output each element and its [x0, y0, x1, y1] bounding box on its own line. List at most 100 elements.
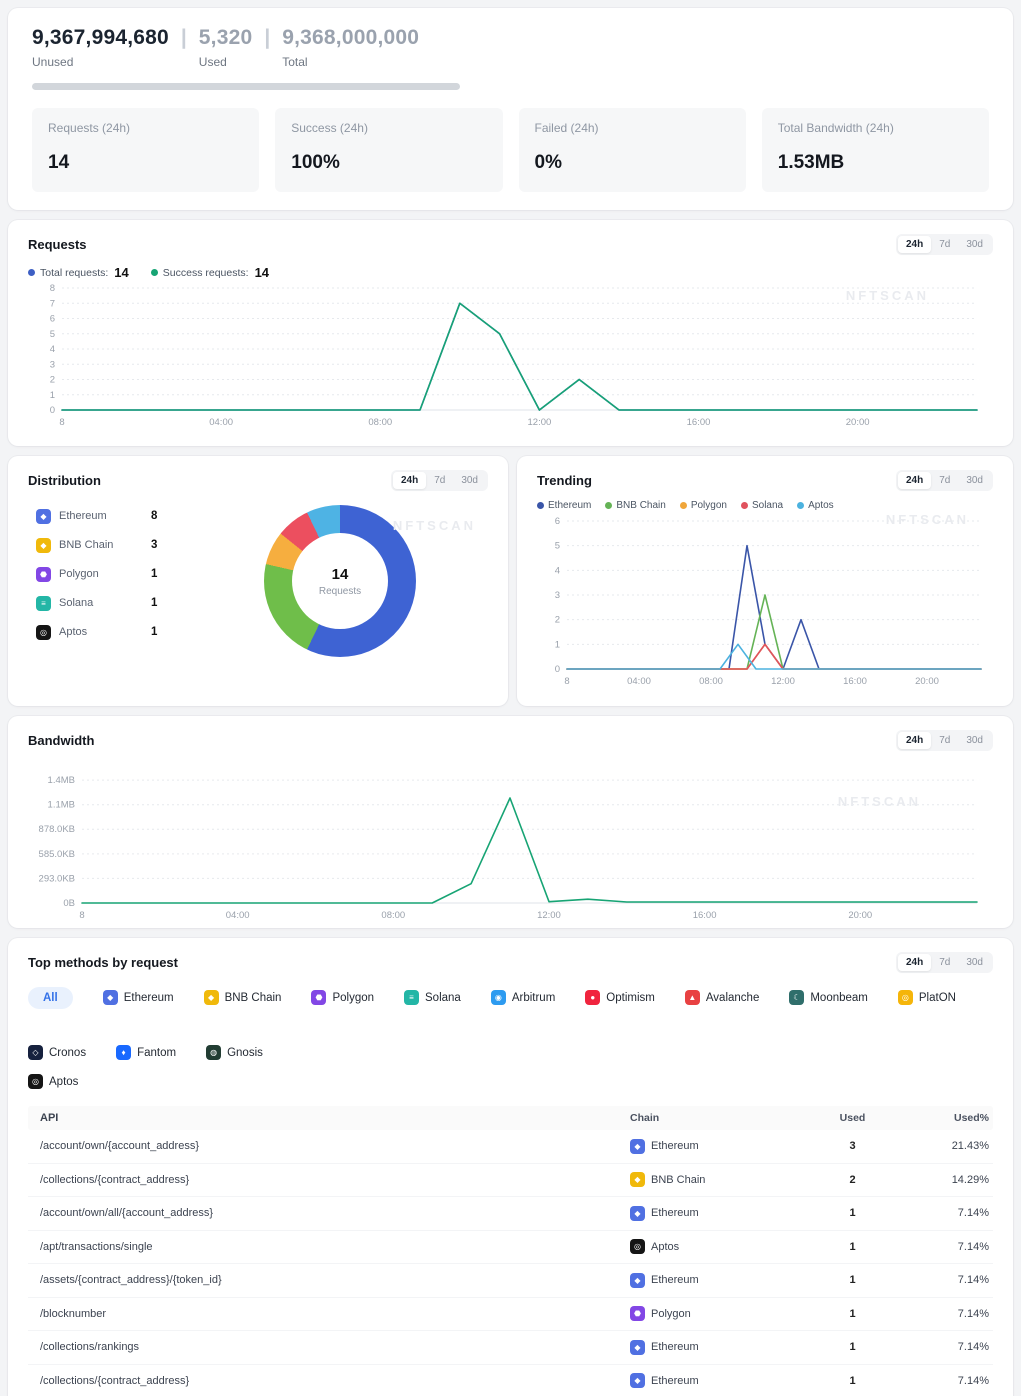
requests-legend: Total requests:14Success requests:14: [28, 265, 993, 280]
table-row: /collections/{contract_address}◆Ethereum…: [28, 1365, 993, 1396]
chain-filter-aptos[interactable]: ◎Aptos: [28, 1069, 78, 1094]
svg-text:20:00: 20:00: [846, 417, 870, 428]
requests-panel: Requests 24h7d30d Total requests:14Succe…: [8, 220, 1013, 446]
chain-filter-arbitrum[interactable]: ◉Arbitrum: [491, 985, 555, 1010]
svg-text:0: 0: [555, 664, 560, 675]
bandwidth-panel: Bandwidth 24h7d30d 0B293.0KB585.0KB878.0…: [8, 716, 1013, 928]
cell-chain: ◎Aptos: [630, 1239, 800, 1254]
summary-value: 5,320: [199, 26, 253, 50]
requests-title: Requests: [28, 237, 87, 252]
svg-text:04:00: 04:00: [209, 417, 233, 428]
chain-filter-ethereum[interactable]: ◆ Ethereum: [103, 985, 174, 1010]
distribution-range-toggle: 24h7d30d: [391, 470, 488, 491]
distribution-title: Distribution: [28, 473, 101, 488]
range-30d-button[interactable]: 30d: [958, 472, 991, 489]
chain-filter-gnosis[interactable]: ◍Gnosis: [206, 1040, 263, 1065]
svg-text:12:00: 12:00: [528, 417, 552, 428]
range-24h-button[interactable]: 24h: [898, 732, 931, 749]
trending-legend-item: Polygon: [680, 500, 727, 511]
ethereum-icon: ◆: [630, 1206, 645, 1221]
svg-text:3: 3: [50, 359, 55, 370]
chain-filter-moonbeam[interactable]: ☾Moonbeam: [789, 985, 868, 1010]
solana-icon: ≡: [404, 990, 419, 1005]
range-7d-button[interactable]: 7d: [426, 472, 453, 489]
chip-label: Polygon: [332, 992, 374, 1004]
ethereum-icon: ◆: [103, 990, 118, 1005]
cell-used: 2: [800, 1174, 905, 1186]
chip-label: PlatON: [919, 992, 956, 1004]
chain-filter-cronos[interactable]: ◇Cronos: [28, 1040, 86, 1065]
chain-filter-fantom[interactable]: ♦Fantom: [116, 1040, 176, 1065]
solana-icon: ≡: [36, 596, 51, 611]
trending-panel: Trending 24h7d30d EthereumBNB ChainPolyg…: [517, 456, 1013, 706]
legend-label: Success requests:: [163, 267, 249, 279]
range-7d-button[interactable]: 7d: [931, 954, 958, 971]
range-30d-button[interactable]: 30d: [453, 472, 486, 489]
trending-legend-item: Aptos: [797, 500, 834, 511]
chain-filter-polygon[interactable]: ⬣Polygon: [311, 985, 374, 1010]
range-7d-button[interactable]: 7d: [931, 236, 958, 253]
range-7d-button[interactable]: 7d: [931, 732, 958, 749]
svg-text:585.0KB: 585.0KB: [39, 849, 75, 860]
ethereum-icon: ◆: [630, 1340, 645, 1355]
ethereum-icon: ◆: [630, 1373, 645, 1388]
stat-label: Failed (24h): [535, 121, 730, 135]
chip-label: Fantom: [137, 1047, 176, 1059]
svg-text:8: 8: [50, 283, 55, 294]
distribution-legend-item: ◆BNB Chain3: [36, 538, 218, 553]
chip-label: BNB Chain: [225, 992, 282, 1004]
chain-filter-optimism[interactable]: ●Optimism: [585, 985, 655, 1010]
cell-api: /assets/{contract_address}/{token_id}: [28, 1274, 630, 1286]
summary-col-used: 5,320Used: [199, 26, 253, 69]
bandwidth-title: Bandwidth: [28, 733, 94, 748]
chain-filter-avalanche[interactable]: ▲Avalanche: [685, 985, 760, 1010]
ethereum-icon: ◆: [630, 1139, 645, 1154]
credits-progress-fill: [32, 83, 460, 90]
chain-filter-all[interactable]: All: [28, 987, 73, 1009]
bandwidth-line-chart: 0B293.0KB585.0KB878.0KB1.1MB1.4MB804:000…: [28, 765, 993, 927]
table-row: /collections/{contract_address}◆BNB Chai…: [28, 1164, 993, 1198]
range-24h-button[interactable]: 24h: [898, 472, 931, 489]
chain-count: 8: [151, 510, 157, 522]
header-chain: Chain: [630, 1112, 800, 1124]
legend-label: Aptos: [808, 500, 834, 511]
cell-api: /apt/transactions/single: [28, 1241, 630, 1253]
range-30d-button[interactable]: 30d: [958, 236, 991, 253]
range-30d-button[interactable]: 30d: [958, 732, 991, 749]
cell-used-pct: 21.43%: [905, 1140, 993, 1152]
range-24h-button[interactable]: 24h: [898, 236, 931, 253]
chip-label: Gnosis: [227, 1047, 263, 1059]
stat-cards: Requests (24h)14Success (24h)100%Failed …: [32, 108, 989, 192]
cell-chain: ◆BNB Chain: [630, 1172, 800, 1187]
chip-label: Arbitrum: [512, 992, 555, 1004]
summary-col-unused: 9,367,994,680 Unused: [32, 26, 169, 69]
chain-filter-solana[interactable]: ≡Solana: [404, 985, 461, 1010]
chain-name: Ethereum: [651, 1207, 699, 1219]
requests-line-chart: 012345678804:0008:0012:0016:0020:00: [28, 280, 993, 432]
cell-used-pct: 7.14%: [905, 1274, 993, 1286]
cell-used-pct: 7.14%: [905, 1308, 993, 1320]
distribution-legend: ◆Ethereum8◆BNB Chain3⬣Polygon1≡Solana1◎A…: [28, 509, 218, 654]
table-row: /collections/rankings◆Ethereum17.14%: [28, 1331, 993, 1365]
svg-text:1: 1: [555, 639, 560, 650]
chain-filter-bnb-chain[interactable]: ◆BNB Chain: [204, 985, 282, 1010]
api-table: API Chain Used Used% /account/own/{accou…: [28, 1106, 993, 1396]
svg-text:08:00: 08:00: [368, 417, 392, 428]
distribution-panel: Distribution 24h7d30d ◆Ethereum8◆BNB Cha…: [8, 456, 508, 706]
range-7d-button[interactable]: 7d: [931, 472, 958, 489]
cell-chain: ◆Ethereum: [630, 1273, 800, 1288]
stat-card: Requests (24h)14: [32, 108, 259, 192]
range-24h-button[interactable]: 24h: [393, 472, 426, 489]
chain-count: 1: [151, 626, 157, 638]
summary-label: Unused: [32, 55, 169, 69]
legend-dot: [151, 269, 158, 276]
svg-text:04:00: 04:00: [226, 910, 250, 921]
legend-value: 14: [114, 265, 128, 280]
svg-text:08:00: 08:00: [381, 910, 405, 921]
range-24h-button[interactable]: 24h: [898, 954, 931, 971]
summary-value: 9,367,994,680: [32, 26, 169, 50]
chain-filter-platon[interactable]: ◎PlatON: [898, 985, 956, 1010]
chip-label: Ethereum: [124, 992, 174, 1004]
range-30d-button[interactable]: 30d: [958, 954, 991, 971]
cronos-icon: ◇: [28, 1045, 43, 1060]
